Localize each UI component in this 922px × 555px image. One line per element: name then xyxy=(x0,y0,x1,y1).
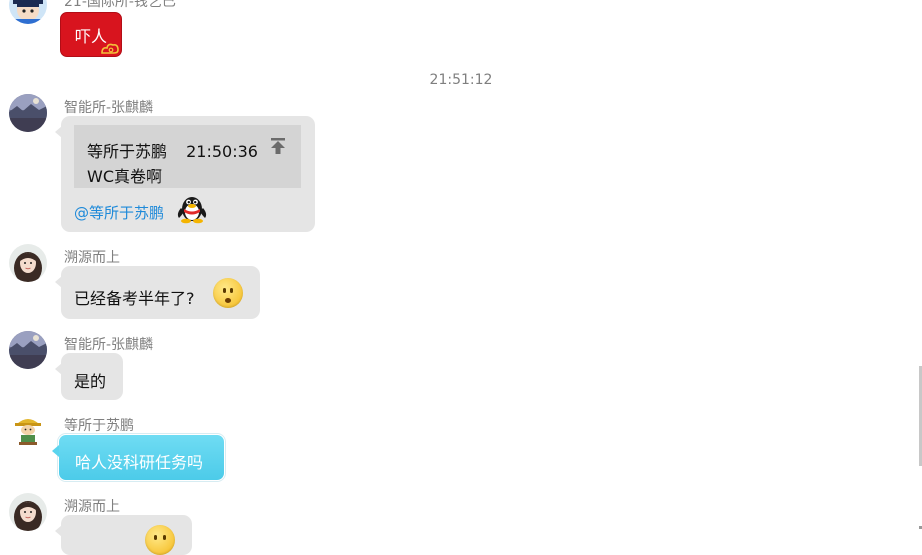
smile-face-icon xyxy=(145,525,175,555)
message-bubble[interactable]: 是的 xyxy=(55,353,123,400)
quoted-message[interactable]: 等所于苏鹏 21:50:36 WC真卷啊 xyxy=(74,125,301,188)
message-bubble[interactable]: 已经备考半年了? xyxy=(55,266,260,319)
bubble-tail xyxy=(55,363,62,375)
avatar[interactable] xyxy=(9,412,47,450)
sender-name: 溯源而上 xyxy=(64,250,120,266)
message-bubble[interactable]: 吓人 xyxy=(60,12,122,57)
avatar[interactable] xyxy=(9,331,47,369)
quote-time: 21:50:36 xyxy=(186,142,258,161)
sender-name: 智能所-张麒麟 xyxy=(64,100,154,116)
mention-link[interactable]: @等所于苏鹏 xyxy=(74,202,164,223)
bubble-tail xyxy=(55,276,62,288)
message-bubble[interactable]: 哈人没科研任务吗 xyxy=(52,434,225,481)
message-text: 已经备考半年了? xyxy=(74,289,195,308)
sender-name: 21-国际所-钱艺已 xyxy=(64,0,176,10)
avatar[interactable] xyxy=(9,0,47,24)
message-bubble[interactable] xyxy=(55,515,192,555)
message-text: 哈人没科研任务吗 xyxy=(75,453,204,472)
jump-to-top-icon[interactable] xyxy=(270,138,286,154)
avatar[interactable] xyxy=(9,493,47,531)
message-text: 是的 xyxy=(74,372,107,391)
chat-window: 21-国际所-钱艺已 吓人 21:51:12 智能所-张麒麟 等所于苏鹏 21:… xyxy=(0,0,922,555)
bubble-tail xyxy=(52,445,59,457)
thinking-face-icon xyxy=(213,278,243,308)
cloud-ornament-icon xyxy=(101,43,119,54)
sender-name: 智能所-张麒麟 xyxy=(64,337,154,353)
bubble-tail xyxy=(55,126,62,138)
bubble-tail xyxy=(55,525,62,537)
timestamp: 21:51:12 xyxy=(429,72,493,88)
avatar[interactable] xyxy=(9,244,47,282)
sender-name: 等所于苏鹏 xyxy=(64,418,134,434)
quote-text: WC真卷啊 xyxy=(87,167,162,186)
qq-penguin-icon xyxy=(177,197,207,224)
message-bubble[interactable]: 等所于苏鹏 21:50:36 WC真卷啊 @等所于苏鹏 xyxy=(55,116,315,232)
avatar[interactable] xyxy=(9,94,47,132)
sender-name: 溯源而上 xyxy=(64,499,120,515)
quote-author: 等所于苏鹏 xyxy=(87,142,168,161)
